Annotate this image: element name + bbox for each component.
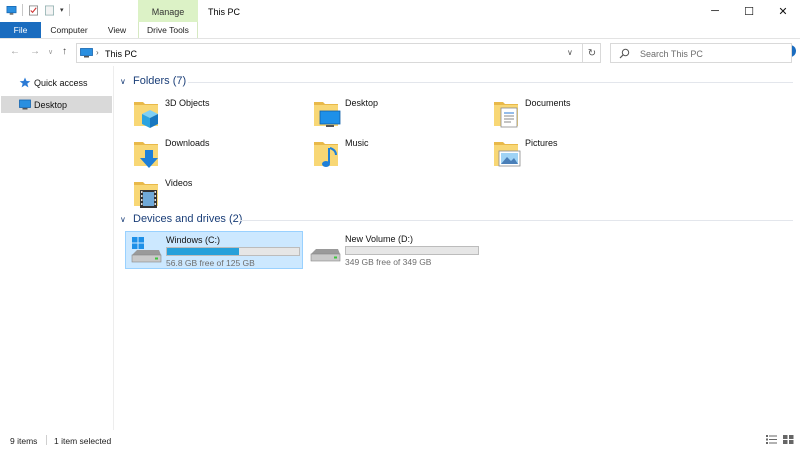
chevron-down-icon[interactable]: ∨ [120, 77, 126, 86]
new-folder-icon[interactable] [44, 5, 55, 16]
drive-usage-bar [166, 247, 300, 256]
drive-item-d[interactable]: New Volume (D:) 349 GB free of 349 GB [305, 231, 483, 269]
folder-name: Music [345, 138, 369, 148]
view-switcher [766, 435, 794, 444]
status-separator [46, 435, 47, 445]
drive-name: Windows (C:) [166, 235, 221, 245]
computer-icon[interactable] [6, 5, 17, 16]
star-icon [19, 77, 31, 88]
address-bar[interactable]: › This PC ∨ ↻ [76, 43, 601, 63]
status-bar: 9 items 1 item selected [0, 430, 800, 450]
folder-name: Videos [165, 178, 193, 188]
title-bar: ▾ Manage This PC ─ ☐ ✕ [0, 0, 800, 38]
folder-item[interactable]: Desktop [295, 94, 473, 132]
computer-icon [80, 48, 93, 58]
folder-videos-icon [134, 182, 158, 208]
tab-view[interactable]: View [102, 22, 132, 38]
folder-downloads-icon [134, 142, 158, 168]
drive-free-space: 349 GB free of 349 GB [345, 257, 432, 267]
folder-item[interactable]: 3D Objects [115, 94, 293, 132]
large-icons-view-icon[interactable] [783, 435, 794, 444]
folder-item[interactable]: Music [295, 134, 473, 172]
hard-drive-icon [310, 249, 341, 262]
item-count: 9 items [10, 436, 38, 446]
sidebar-item-quick-access[interactable]: Quick access [1, 74, 112, 91]
group-title: Devices and drives (2) [133, 213, 243, 225]
navigation-bar: ← → ∨ ↑ › This PC ∨ ↻ Search This PC [0, 40, 800, 66]
folder-item[interactable]: Downloads [115, 134, 293, 172]
desktop-icon [19, 99, 31, 110]
folder-pictures-icon [494, 142, 521, 167]
breadcrumb-this-pc[interactable]: This PC [105, 49, 137, 59]
tab-drive-tools[interactable]: Drive Tools [138, 22, 198, 38]
customize-toolbar-dropdown[interactable]: ▾ [60, 6, 64, 14]
sidebar-item-label: Quick access [34, 78, 88, 88]
ribbon-divider [0, 38, 800, 39]
navigation-pane: Quick access Desktop [0, 66, 114, 430]
sidebar-item-label: Desktop [34, 100, 68, 110]
chevron-down-icon[interactable]: ∨ [120, 215, 126, 224]
drive-item-c[interactable]: Windows (C:) 56.8 GB free of 125 GB [125, 231, 303, 269]
group-title: Folders (7) [133, 75, 187, 87]
content-pane: ∨ Folders (7) 3D Objects Desktop Documen… [115, 66, 800, 430]
tab-computer[interactable]: Computer [46, 22, 92, 38]
group-divider [240, 220, 793, 221]
folder-name: 3D Objects [165, 98, 210, 108]
group-divider [188, 82, 793, 83]
minimize-button[interactable]: ─ [698, 0, 732, 22]
folder-item[interactable]: Pictures [475, 134, 653, 172]
folder-3d-objects-icon [134, 102, 158, 128]
folder-desktop-icon [314, 102, 341, 127]
ribbon-tabs: File Computer View Drive Tools ∨ ? [0, 22, 800, 57]
folder-music-icon [314, 142, 338, 167]
drive-usage-bar [345, 246, 479, 255]
recent-locations-button[interactable]: ∨ [48, 48, 53, 56]
folder-item[interactable]: Videos [115, 174, 293, 212]
address-dropdown-button[interactable]: ∨ [567, 48, 573, 57]
properties-icon[interactable] [28, 5, 39, 16]
refresh-button[interactable]: ↻ [582, 44, 601, 62]
folder-documents-icon [494, 102, 518, 128]
window-title: This PC [208, 7, 241, 17]
forward-button[interactable]: → [30, 46, 40, 57]
windows-drive-icon [131, 237, 162, 263]
quick-access-toolbar: ▾ [6, 4, 70, 16]
breadcrumb-separator[interactable]: › [96, 48, 99, 57]
back-button[interactable]: ← [10, 46, 20, 57]
toolbar-separator [22, 4, 23, 16]
drive-name: New Volume (D:) [345, 234, 414, 244]
folder-item[interactable]: Documents [475, 94, 653, 132]
sidebar-item-desktop[interactable]: Desktop [1, 96, 112, 113]
folder-name: Downloads [165, 138, 210, 148]
folders-group-header[interactable]: ∨ Folders (7) [118, 75, 793, 89]
maximize-button[interactable]: ☐ [732, 0, 766, 22]
folder-name: Desktop [345, 98, 379, 108]
up-button[interactable]: ↑ [62, 46, 67, 57]
drive-usage-fill [167, 248, 240, 255]
window-controls: ─ ☐ ✕ [698, 0, 800, 22]
selection-count: 1 item selected [54, 436, 112, 446]
tab-file[interactable]: File [0, 22, 41, 38]
drive-free-space: 56.8 GB free of 125 GB [166, 258, 255, 268]
search-icon [619, 48, 630, 59]
toolbar-separator [68, 4, 70, 16]
drives-group-header[interactable]: ∨ Devices and drives (2) [118, 213, 793, 227]
folder-name: Pictures [525, 138, 558, 148]
details-view-icon[interactable] [766, 435, 777, 444]
manage-context-label: Manage [151, 7, 185, 17]
close-button[interactable]: ✕ [766, 0, 800, 22]
search-box[interactable]: Search This PC [610, 43, 792, 63]
folder-name: Documents [525, 98, 571, 108]
search-placeholder: Search This PC [640, 49, 703, 59]
